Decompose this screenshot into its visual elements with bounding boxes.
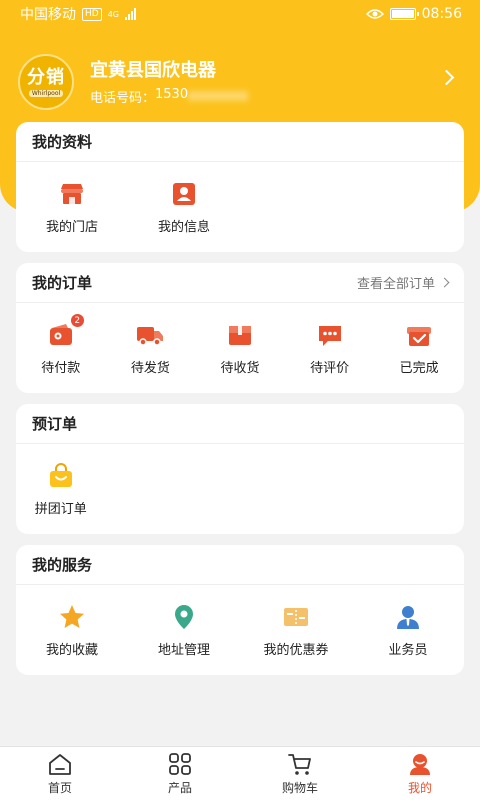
- my-info-label: 我的信息: [157, 220, 210, 235]
- preorder-card-header: 预订单: [16, 404, 464, 444]
- view-all-orders-label: 查看全部订单: [356, 277, 435, 292]
- salesperson-button[interactable]: 业务员: [352, 603, 464, 658]
- profile-card-header: 我的资料: [16, 122, 464, 162]
- address-management-button[interactable]: 地址管理: [128, 603, 240, 658]
- pending-receipt-button[interactable]: 待收货: [195, 321, 285, 376]
- shopping-bag-icon: [47, 462, 75, 490]
- orders-card: 我的订单 查看全部订单 2 待付款 待发货 待收货 待评价 已完成: [16, 263, 464, 393]
- store-name: 宜黄县国欣电器: [90, 59, 216, 81]
- profile-grid: 我的门店 我的信息: [16, 162, 464, 235]
- network-type: 4G: [107, 9, 119, 19]
- my-coupons-label: 我的优惠券: [263, 643, 329, 658]
- id-card-icon: [170, 180, 198, 208]
- cart-icon: [288, 754, 311, 775]
- pending-payment-button[interactable]: 2 待付款: [16, 313, 106, 376]
- preorder-card-title: 预订单: [32, 415, 78, 433]
- tab-cart[interactable]: 购物车: [240, 747, 360, 800]
- my-store-button[interactable]: 我的门店: [16, 180, 128, 235]
- avatar-logo-subtext: Whirlpool: [28, 89, 64, 97]
- orders-grid: 2 待付款 待发货 待收货 待评价 已完成: [16, 303, 464, 376]
- salesperson-icon: [394, 603, 422, 631]
- pending-review-button[interactable]: 待评价: [285, 321, 375, 376]
- store-phone: 电话号码： 1530: [90, 87, 462, 106]
- completed-label: 已完成: [399, 361, 439, 376]
- store-header[interactable]: 分销 Whirlpool 宜黄县国欣电器 电话号码： 1530: [18, 54, 462, 110]
- truck-icon: [136, 321, 164, 349]
- home-icon: [49, 754, 71, 775]
- chevron-right-icon: [439, 277, 450, 288]
- tab-products[interactable]: 产品: [120, 747, 240, 800]
- status-time: 08:56: [421, 6, 462, 22]
- completed-button[interactable]: 已完成: [374, 321, 464, 376]
- preorder-grid: 拼团订单: [16, 444, 464, 517]
- package-icon: [226, 321, 254, 349]
- group-buy-orders-button[interactable]: 拼团订单: [16, 462, 106, 517]
- profile-card-title: 我的资料: [32, 133, 93, 151]
- store-info: 宜黄县国欣电器 电话号码： 1530: [90, 59, 462, 106]
- preorder-card: 预订单 拼团订单: [16, 404, 464, 534]
- phone-masked: [188, 90, 249, 101]
- bottom-tab-bar: 首页 产品 购物车 我的: [0, 746, 480, 800]
- user-icon: [410, 754, 430, 775]
- star-icon: [58, 603, 86, 631]
- tab-home[interactable]: 首页: [0, 747, 120, 800]
- tab-mine[interactable]: 我的: [360, 747, 480, 800]
- pending-payment-badge: 2: [69, 313, 85, 328]
- carrier-name: 中国移动: [20, 7, 76, 23]
- tab-products-label: 产品: [167, 781, 192, 795]
- grid-icon: [169, 753, 191, 775]
- tab-cart-label: 购物车: [281, 781, 318, 795]
- hd-badge: HD: [82, 7, 102, 21]
- signal-icon: [125, 8, 136, 20]
- orders-card-header: 我的订单 查看全部订单: [16, 263, 464, 303]
- orders-card-title: 我的订单: [32, 274, 93, 292]
- my-coupons-button[interactable]: 我的优惠券: [240, 603, 352, 658]
- pending-receipt-label: 待收货: [220, 361, 260, 376]
- pending-review-label: 待评价: [310, 361, 350, 376]
- wallet-icon: 2: [47, 313, 85, 349]
- view-all-orders-link[interactable]: 查看全部订单: [356, 273, 450, 292]
- battery-fill: [391, 10, 414, 18]
- battery-icon: [389, 8, 419, 20]
- comment-icon: [316, 321, 344, 349]
- pending-shipment-button[interactable]: 待发货: [106, 321, 196, 376]
- completed-box-icon: [405, 321, 433, 349]
- phone-number: 1530: [155, 86, 189, 102]
- my-store-label: 我的门店: [45, 220, 98, 235]
- status-bar: 中国移动 HD 4G 08:56: [0, 0, 480, 28]
- group-buy-orders-label: 拼团订单: [34, 502, 87, 517]
- eye-icon: [365, 9, 384, 19]
- my-favorites-label: 我的收藏: [45, 643, 98, 658]
- status-left: 中国移动 HD 4G: [20, 4, 136, 24]
- services-card: 我的服务 我的收藏 地址管理 我的优惠券 业务员: [16, 545, 464, 675]
- my-info-button[interactable]: 我的信息: [128, 180, 240, 235]
- pending-shipment-label: 待发货: [130, 361, 170, 376]
- store-icon: [58, 180, 86, 208]
- avatar-logo-text: 分销: [27, 66, 65, 88]
- tab-home-label: 首页: [47, 781, 72, 795]
- services-card-header: 我的服务: [16, 545, 464, 585]
- pending-payment-label: 待付款: [41, 361, 81, 376]
- store-avatar: 分销 Whirlpool: [18, 54, 74, 110]
- my-favorites-button[interactable]: 我的收藏: [16, 603, 128, 658]
- status-right: 08:56: [365, 6, 462, 22]
- tab-mine-label: 我的: [407, 781, 432, 795]
- services-grid: 我的收藏 地址管理 我的优惠券 业务员: [16, 585, 464, 658]
- salesperson-label: 业务员: [388, 643, 428, 658]
- address-management-label: 地址管理: [157, 643, 210, 658]
- coupon-icon: [282, 603, 310, 631]
- location-pin-icon: [170, 603, 198, 631]
- profile-card: 我的资料 我的门店 我的信息: [16, 122, 464, 252]
- services-card-title: 我的服务: [32, 556, 93, 574]
- phone-prefix: 电话号码：: [90, 90, 156, 106]
